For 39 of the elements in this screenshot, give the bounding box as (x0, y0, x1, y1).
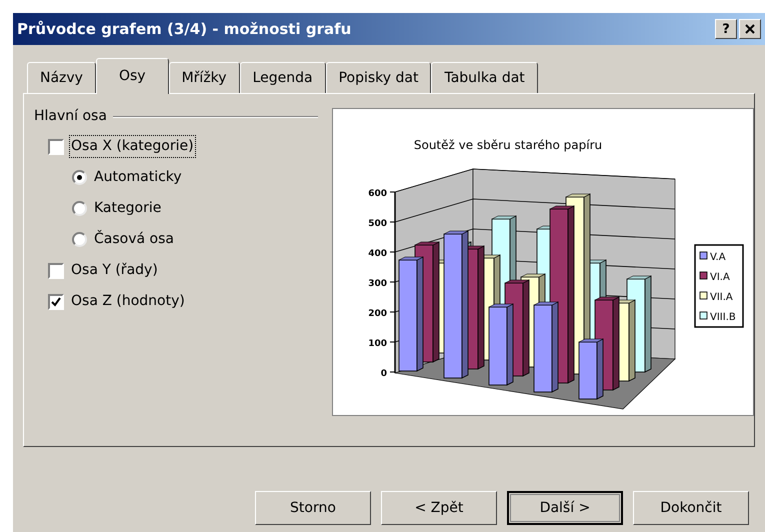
legend-label: VIII.B (710, 312, 736, 323)
help-button[interactable]: ? (715, 19, 737, 39)
checkbox-label: Osa X (kategorie) (70, 136, 195, 157)
checkbox[interactable] (48, 294, 64, 310)
axis-tick-label: 500 (368, 219, 387, 229)
radio-label: Časová osa (93, 229, 175, 249)
legend-label: VII.A (710, 292, 733, 303)
dialog-button[interactable]: Dokončit (633, 491, 749, 525)
axis-tick-label: 200 (368, 309, 387, 319)
tab[interactable]: Názvy (27, 62, 96, 93)
radio-label: Kategorie (93, 199, 162, 218)
legend-label: VI.A (710, 272, 730, 283)
checkbox[interactable] (48, 262, 64, 278)
axis-tick-label: 300 (368, 279, 387, 289)
tab[interactable]: Legenda (240, 62, 326, 93)
legend-label: V.A (710, 252, 726, 263)
dialog-button[interactable]: Další > (507, 491, 623, 525)
tab[interactable]: Popisky dat (326, 62, 432, 93)
group-title: Hlavní osa (34, 107, 107, 126)
axis-tick-label: 0 (380, 369, 387, 379)
close-icon (745, 24, 755, 34)
checkbox-label: Osa Z (hodnoty) (70, 292, 186, 311)
tab[interactable]: Tabulka dat (431, 62, 538, 93)
window-title: Průvodce grafem (3/4) - možnosti grafu (17, 18, 352, 40)
radio-button[interactable] (72, 232, 87, 247)
dialog-button[interactable]: Storno (255, 491, 371, 525)
radio-button[interactable] (72, 170, 87, 185)
checkbox-label: Osa Y (řady) (70, 261, 159, 280)
chart-title: Soutěž ve sběru starého papíru (414, 138, 602, 152)
tab[interactable]: Mřížky (168, 62, 240, 93)
radio-button[interactable] (72, 201, 87, 216)
axis-tick-label: 600 (368, 189, 387, 199)
radio-label: Automaticky (93, 168, 183, 187)
checkbox[interactable] (48, 138, 64, 154)
close-button[interactable] (739, 19, 761, 39)
tab[interactable]: Osy (96, 58, 169, 94)
dialog-button[interactable]: < Zpět (381, 491, 497, 525)
axis-tick-label: 100 (368, 339, 387, 349)
axis-tick-label: 400 (368, 249, 387, 259)
